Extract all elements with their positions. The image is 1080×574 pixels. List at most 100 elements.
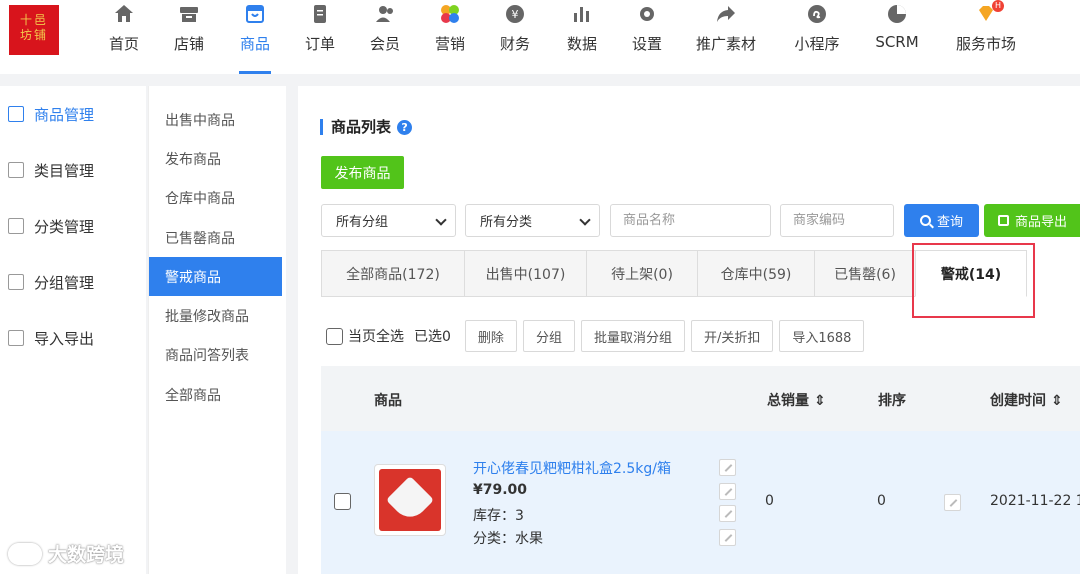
subnav-publish[interactable]: 发布商品 — [149, 139, 286, 178]
sidebar-label: 导入导出 — [34, 329, 95, 348]
discount-toggle-button[interactable]: 开/关折扣 — [690, 320, 774, 352]
tab-all[interactable]: 全部商品(172) — [321, 250, 464, 297]
bulk-toolbar: 当页全选 已选0 删除 分组 批量取消分组 开/关折扣 导入1688 — [326, 320, 870, 352]
tab-on-sale[interactable]: 出售中(107) — [464, 250, 586, 297]
share-icon — [714, 2, 738, 26]
edit-category-icon[interactable] — [719, 529, 736, 546]
nav-home[interactable]: 首页 — [106, 0, 142, 74]
tab-warehouse[interactable]: 仓库中(59) — [697, 250, 814, 297]
group-select-value: 所有分组 — [336, 215, 389, 230]
sidebar-item-classify-mgmt[interactable]: 分类管理 — [0, 198, 146, 254]
nav-label: 营销 — [434, 35, 465, 53]
page-title: 商品列表 ? — [320, 118, 413, 136]
sort-value: 0 — [877, 493, 886, 509]
product-thumbnail[interactable] — [374, 464, 446, 536]
col-product: 商品 — [374, 393, 402, 409]
selected-count: 已选0 — [414, 329, 451, 345]
col-sales[interactable]: 总销量 ⇕ — [767, 390, 826, 410]
nav-label: 会员 — [369, 35, 400, 53]
gear-icon — [635, 2, 659, 26]
merchant-code-input[interactable] — [780, 204, 894, 237]
row-checkbox[interactable] — [334, 493, 351, 510]
nav-miniapp[interactable]: 小程序 — [791, 0, 843, 74]
query-button[interactable]: 查询 — [904, 204, 979, 237]
miniapp-icon — [805, 2, 829, 26]
tab-alert[interactable]: 警戒(14) — [915, 250, 1027, 297]
list-icon — [8, 218, 24, 234]
product-image — [379, 469, 441, 531]
nav-product[interactable]: 商品 — [237, 0, 273, 74]
nav-finance[interactable]: ¥ 财务 — [497, 0, 533, 74]
subnav-qa-list[interactable]: 商品问答列表 — [149, 336, 286, 375]
top-nav: 十邑 坊铺 首页 店铺 商品 订单 会员 营销 ¥ 财务 数据 设置 推广素材 — [0, 0, 1080, 74]
nav-scrm[interactable]: SCRM — [872, 0, 922, 74]
product-category: 分类：水果 — [473, 531, 543, 547]
edit-sort-icon[interactable] — [944, 494, 961, 511]
group-select[interactable]: 所有分组 — [321, 204, 456, 237]
col-created[interactable]: 创建时间 ⇕ — [990, 390, 1063, 410]
subnav-batch-edit[interactable]: 批量修改商品 — [149, 296, 286, 335]
product-name-link[interactable]: 开心佬春见粑粑柑礼盒2.5kg/箱 — [473, 458, 671, 478]
subnav-on-sale[interactable]: 出售中商品 — [149, 100, 286, 139]
nav-label: SCRM — [875, 33, 919, 51]
publish-product-button[interactable]: 发布商品 — [321, 156, 404, 189]
nav-promo[interactable]: 推广素材 — [693, 0, 759, 74]
nav-label: 财务 — [499, 35, 530, 53]
nav-order[interactable]: 订单 — [302, 0, 338, 74]
sidebar-label: 商品管理 — [34, 105, 95, 124]
category-select-value: 所有分类 — [480, 215, 533, 230]
tab-sold-out[interactable]: 已售罄(6) — [814, 250, 915, 297]
status-tabs: 全部商品(172) 出售中(107) 待上架(0) 仓库中(59) 已售罄(6)… — [321, 250, 1027, 297]
subnav-warehouse[interactable]: 仓库中商品 — [149, 179, 286, 218]
select-all-checkbox[interactable] — [326, 327, 343, 345]
select-all-label: 当页全选 — [348, 329, 404, 345]
store-logo[interactable]: 十邑 坊铺 — [9, 5, 59, 55]
nav-market[interactable]: H 服务市场 — [953, 0, 1019, 74]
page-title-text: 商品列表 — [331, 118, 392, 136]
ungroup-button[interactable]: 批量取消分组 — [580, 320, 685, 352]
product-name-input[interactable] — [610, 204, 771, 237]
delete-button[interactable]: 删除 — [464, 320, 517, 352]
export-button[interactable]: 商品导出 — [984, 204, 1080, 237]
nav-label: 首页 — [108, 35, 139, 53]
category-select[interactable]: 所有分类 — [465, 204, 600, 237]
sidebar-item-import-export[interactable]: 导入导出 — [0, 310, 146, 366]
copy-icon — [8, 274, 24, 290]
nav-label: 数据 — [566, 35, 597, 53]
product-price: ¥79.00 — [473, 482, 528, 498]
tab-pending[interactable]: 待上架(0) — [586, 250, 697, 297]
nav-member[interactable]: 会员 — [367, 0, 403, 74]
edit-price-icon[interactable] — [719, 483, 736, 500]
edit-stock-icon[interactable] — [719, 505, 736, 522]
nav-label: 商品 — [239, 35, 270, 53]
product-stock: 库存：3 — [473, 508, 524, 524]
sidebar-item-product-mgmt[interactable]: 商品管理 — [0, 86, 146, 142]
col-sort: 排序 — [878, 393, 906, 409]
pie-icon — [885, 2, 909, 26]
nav-data[interactable]: 数据 — [564, 0, 600, 74]
nav-shop[interactable]: 店铺 — [171, 0, 207, 74]
sidebar-item-group-mgmt[interactable]: 分组管理 — [0, 254, 146, 310]
nav-label: 设置 — [631, 35, 662, 53]
hot-badge: H — [992, 0, 1004, 12]
nav-label: 小程序 — [794, 35, 840, 53]
nav-label: 店铺 — [173, 35, 204, 53]
edit-name-icon[interactable] — [719, 459, 736, 476]
import-1688-button[interactable]: 导入1688 — [779, 320, 865, 352]
nav-marketing[interactable]: 营销 — [432, 0, 468, 74]
help-icon[interactable]: ? — [397, 119, 413, 135]
import-icon — [8, 330, 24, 346]
nav-settings[interactable]: 设置 — [629, 0, 665, 74]
subnav-alert[interactable]: 警戒商品 — [149, 257, 282, 297]
sidebar-item-category-mgmt[interactable]: 类目管理 — [0, 142, 146, 198]
subnav-all[interactable]: 全部商品 — [149, 375, 286, 414]
sales-value: 0 — [765, 493, 774, 509]
created-time: 2021-11-22 1 — [990, 493, 1080, 509]
sidebar-label: 类目管理 — [34, 161, 95, 180]
chart-icon — [570, 2, 594, 26]
chevron-down-icon — [435, 214, 447, 226]
group-button[interactable]: 分组 — [522, 320, 575, 352]
subnav-sold-out[interactable]: 已售罄商品 — [149, 218, 286, 257]
logo-text-1: 十邑 — [19, 13, 48, 27]
svg-text:¥: ¥ — [512, 8, 519, 21]
